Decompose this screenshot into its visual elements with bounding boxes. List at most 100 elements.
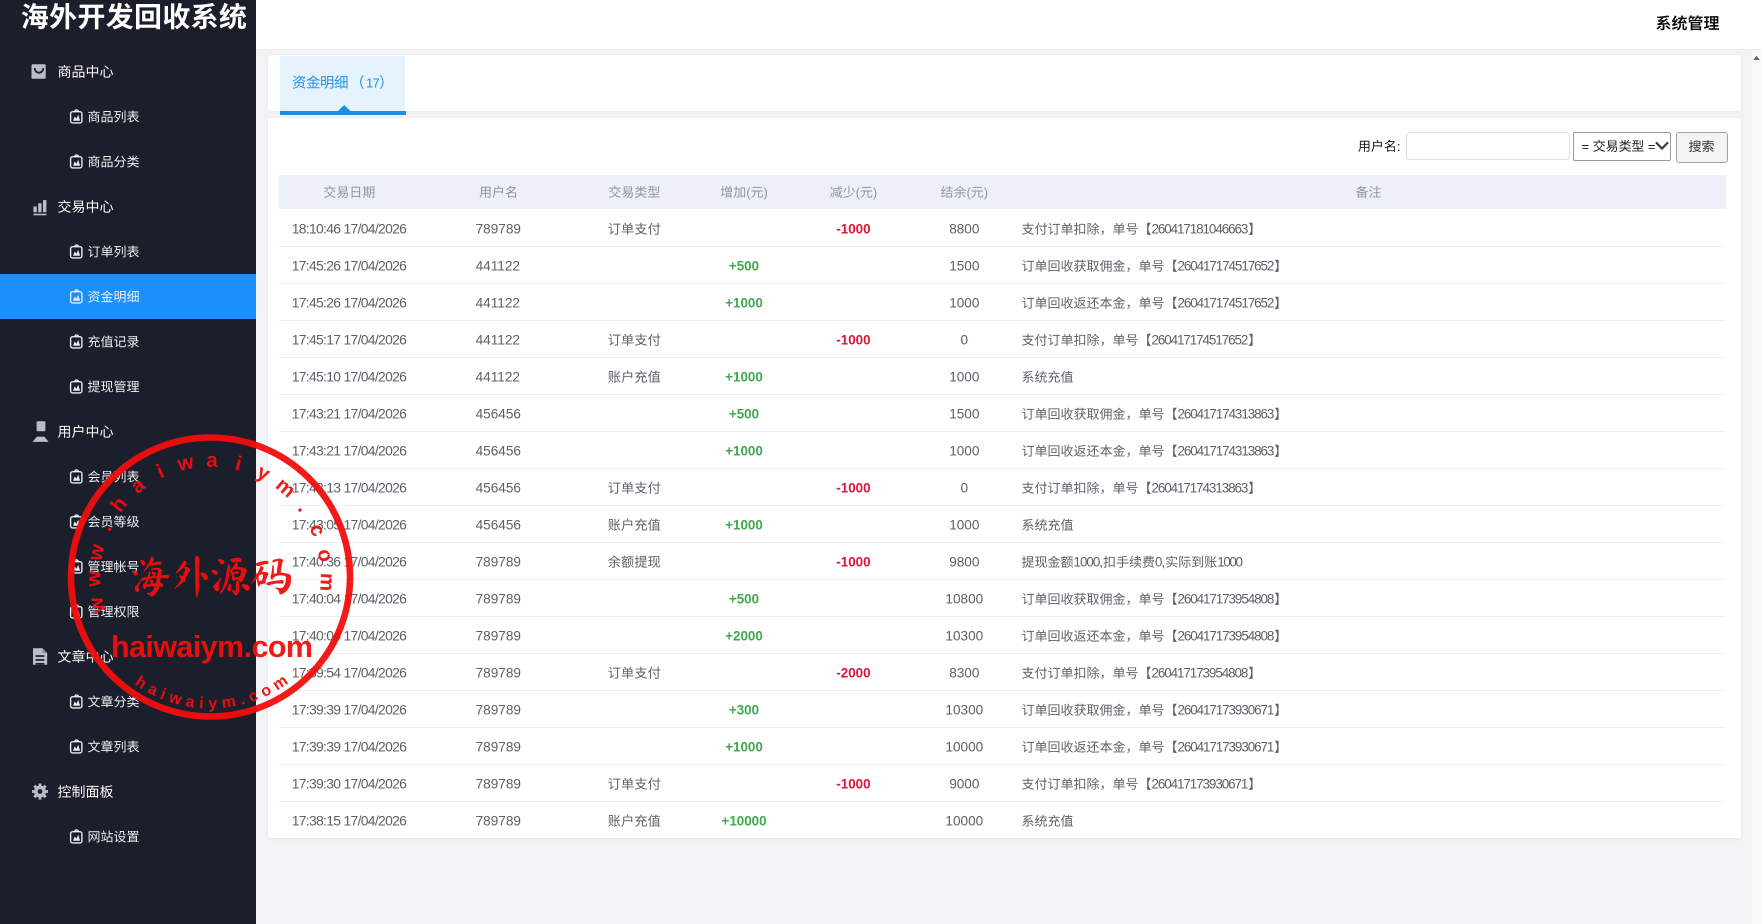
svg-text:m: m: [271, 473, 300, 502]
svg-text:1000: 1000: [949, 370, 980, 385]
svg-text:456456: 456456: [476, 481, 521, 496]
svg-text:260417174517652: 260417174517652: [1178, 296, 1275, 311]
svg-text:0,: 0,: [1155, 555, 1165, 570]
svg-text:18:10:46 17/04/2026: 18:10:46 17/04/2026: [292, 221, 407, 237]
svg-text:10000: 10000: [945, 740, 983, 755]
svg-text:10300: 10300: [945, 629, 983, 644]
svg-text:441122: 441122: [476, 259, 520, 274]
svg-text:789789: 789789: [476, 740, 521, 755]
svg-text:789789: 789789: [476, 222, 521, 237]
svg-text:441122: 441122: [476, 296, 520, 311]
svg-text:-1000: -1000: [836, 481, 870, 496]
svg-text:17:39:39 17/04/2026: 17:39:39 17/04/2026: [292, 702, 407, 718]
svg-text:260417181046663: 260417181046663: [1152, 222, 1249, 237]
svg-text:260417174313863: 260417174313863: [1178, 407, 1275, 422]
svg-text:7: 7: [373, 76, 380, 91]
svg-text:17:39:39 17/04/2026: 17:39:39 17/04/2026: [292, 739, 407, 755]
svg-text:i: i: [153, 460, 168, 483]
svg-text:haiwaiym.com: haiwaiym.com: [111, 630, 313, 664]
svg-text:y: y: [253, 460, 274, 486]
svg-text:10300: 10300: [945, 703, 983, 718]
svg-text:789789: 789789: [476, 814, 521, 829]
svg-text:17:45:26 17/04/2026: 17:45:26 17/04/2026: [292, 258, 407, 274]
svg-text:+500: +500: [729, 407, 759, 422]
svg-text:w: w: [82, 571, 105, 588]
svg-text:.: .: [293, 498, 315, 516]
svg-text:8300: 8300: [949, 666, 980, 681]
svg-text:789789: 789789: [476, 592, 521, 607]
svg-text:w: w: [174, 450, 196, 476]
svg-text:9800: 9800: [949, 555, 980, 570]
svg-text:17:39:30 17/04/2026: 17:39:30 17/04/2026: [292, 776, 407, 792]
svg-text:789789: 789789: [476, 703, 521, 718]
svg-text:+1000: +1000: [725, 370, 763, 385]
svg-text:17:45:10 17/04/2026: 17:45:10 17/04/2026: [292, 369, 407, 385]
svg-text:1000: 1000: [1217, 555, 1243, 570]
svg-text:456456: 456456: [476, 444, 521, 459]
svg-text:(: (: [967, 185, 972, 200]
svg-text:+1000: +1000: [725, 444, 763, 459]
svg-text:260417173930671: 260417173930671: [1178, 703, 1275, 718]
svg-text:a: a: [184, 693, 196, 711]
svg-text:0: 0: [961, 481, 969, 496]
svg-text:789789: 789789: [476, 666, 521, 681]
svg-text:17:38:15 17/04/2026: 17:38:15 17/04/2026: [292, 813, 407, 829]
svg-text:1000: 1000: [949, 518, 980, 533]
svg-text:-1000: -1000: [836, 555, 870, 570]
svg-text:789789: 789789: [476, 555, 521, 570]
svg-text:260417174313863: 260417174313863: [1178, 444, 1275, 459]
svg-text:441122: 441122: [476, 370, 520, 385]
svg-text:260417174517652: 260417174517652: [1178, 259, 1275, 274]
svg-text:17:45:26 17/04/2026: 17:45:26 17/04/2026: [292, 295, 407, 311]
svg-text:1000: 1000: [949, 444, 980, 459]
svg-text:y: y: [208, 695, 217, 712]
svg-text:260417174517652: 260417174517652: [1152, 333, 1249, 348]
svg-text:8800: 8800: [949, 222, 980, 237]
svg-text:(: (: [856, 185, 861, 200]
svg-text:441122: 441122: [476, 333, 520, 348]
svg-text:260417173954808: 260417173954808: [1178, 592, 1275, 607]
svg-text:i: i: [199, 695, 205, 712]
svg-text:a: a: [126, 473, 150, 498]
svg-text:1500: 1500: [949, 259, 980, 274]
svg-text:10800: 10800: [945, 592, 983, 607]
svg-text:-1000: -1000: [836, 222, 870, 237]
svg-text:): ): [764, 185, 768, 200]
svg-text:-1000: -1000: [836, 333, 870, 348]
svg-text:.: .: [238, 691, 247, 709]
svg-text:+1000: +1000: [725, 740, 763, 755]
svg-text:a: a: [145, 680, 161, 699]
svg-text:17:43:21 17/04/2026: 17:43:21 17/04/2026: [292, 443, 407, 459]
svg-text:a: a: [206, 449, 218, 472]
svg-text:=: =: [1582, 139, 1590, 154]
svg-text:.: .: [93, 520, 116, 535]
svg-text:+10000: +10000: [722, 814, 767, 829]
svg-text:m: m: [220, 693, 237, 712]
svg-text:): ): [984, 185, 988, 200]
svg-text:+500: +500: [729, 259, 759, 274]
svg-text:260417174313863: 260417174313863: [1152, 481, 1249, 496]
svg-text:=: =: [1648, 139, 1656, 154]
svg-text:c: c: [246, 687, 260, 706]
svg-text:+300: +300: [729, 703, 759, 718]
svg-text:-1000: -1000: [836, 777, 870, 792]
svg-text:): ): [873, 185, 877, 200]
svg-text:1000,: 1000,: [1074, 555, 1104, 570]
svg-text:17:43:21 17/04/2026: 17:43:21 17/04/2026: [292, 406, 407, 422]
svg-text:17:45:17 17/04/2026: 17:45:17 17/04/2026: [292, 332, 407, 348]
svg-text:456456: 456456: [476, 518, 521, 533]
svg-text:+500: +500: [729, 592, 759, 607]
svg-text:(: (: [746, 185, 751, 200]
svg-text:i: i: [233, 452, 244, 476]
svg-text:789789: 789789: [476, 629, 521, 644]
svg-text:260417173954808: 260417173954808: [1178, 629, 1275, 644]
svg-text:0: 0: [961, 333, 969, 348]
svg-text::: :: [1397, 139, 1401, 154]
svg-text:+2000: +2000: [725, 629, 763, 644]
svg-text:260417173930671: 260417173930671: [1178, 740, 1275, 755]
svg-text:-2000: -2000: [836, 666, 870, 681]
svg-text:10000: 10000: [945, 814, 983, 829]
svg-text:w: w: [166, 689, 184, 709]
svg-text:+1000: +1000: [725, 296, 763, 311]
svg-text:456456: 456456: [476, 407, 521, 422]
